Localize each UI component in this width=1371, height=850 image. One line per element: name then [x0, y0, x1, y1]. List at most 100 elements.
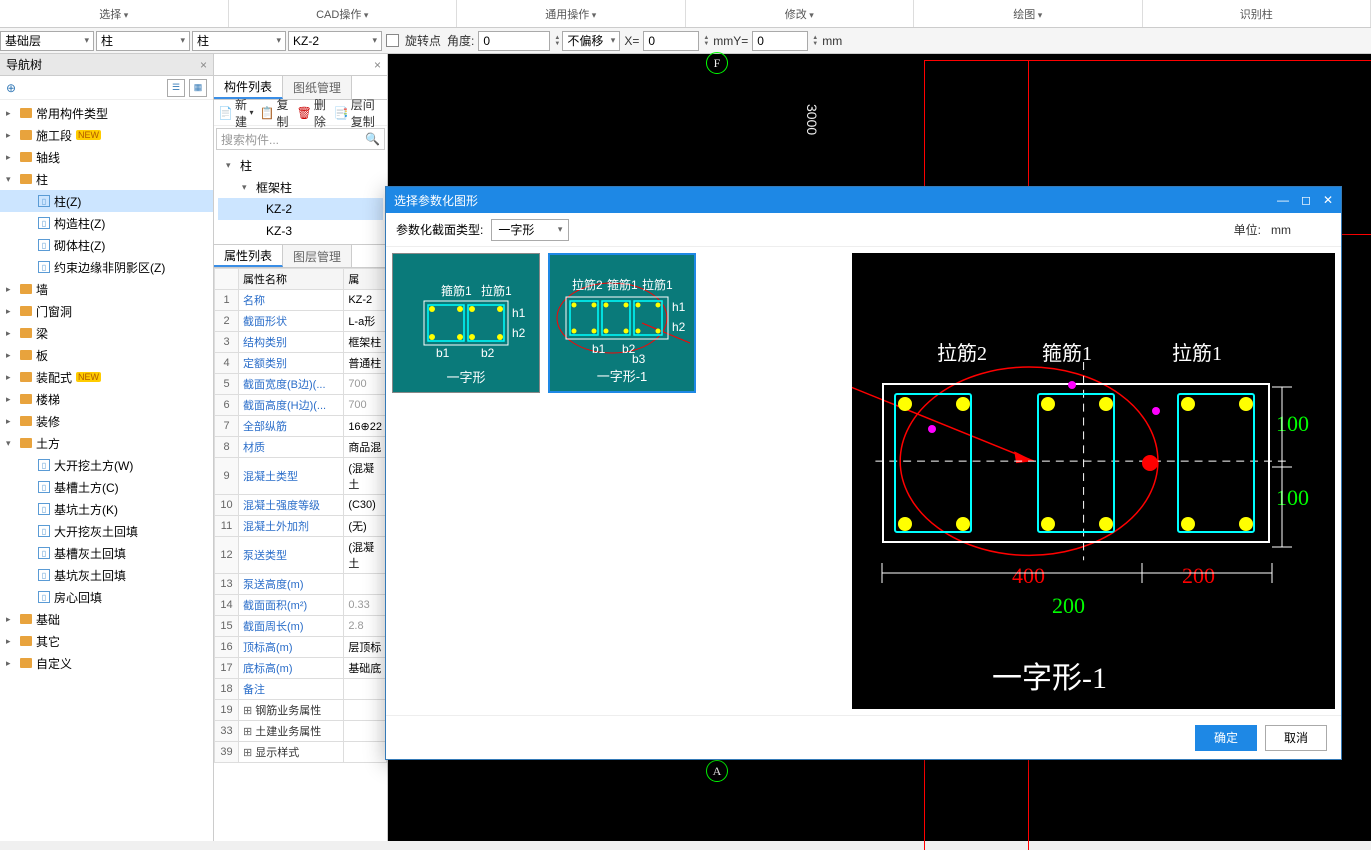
prop-row[interactable]: 17底标高(m)基础底 — [215, 658, 387, 679]
dialog-titlebar[interactable]: 选择参数化图形 — ◻ ✕ — [386, 187, 1341, 213]
prop-row[interactable]: 8材质商品混 — [215, 437, 387, 458]
dialog-body: 箍筋1 拉筋1 b1 b2 h1 h2 一字形 — [386, 247, 1341, 715]
combo-offset[interactable]: 不偏移 — [562, 31, 620, 51]
nav-item[interactable]: ▸装修 — [0, 410, 213, 432]
prop-row[interactable]: 3结构类别框架柱 — [215, 332, 387, 353]
nav-tree[interactable]: ▸常用构件类型▸施工段NEW▸轴线▾柱▯柱(Z)▯构造柱(Z)▯砌体柱(Z)▯约… — [0, 100, 213, 841]
section-preview[interactable]: 拉筋2 箍筋1 拉筋1 400 200 200 100 100 一字形-1 — [852, 253, 1335, 709]
nav-item[interactable]: ▸墙 — [0, 278, 213, 300]
nav-subitem[interactable]: ▯基坑土方(K) — [0, 498, 213, 520]
combo-component[interactable]: KZ-2 — [288, 31, 382, 51]
label-x: X= — [624, 34, 639, 48]
nav-item[interactable]: ▸板 — [0, 344, 213, 366]
spinner-x[interactable]: ▲▼ — [703, 35, 709, 47]
nav-item[interactable]: ▸梁 — [0, 322, 213, 344]
search-components[interactable]: 搜索构件...🔍 — [216, 128, 385, 150]
prop-row[interactable]: 5截面宽度(B边)(...700 — [215, 374, 387, 395]
axis-label-f: F — [706, 52, 728, 74]
nav-plus-icon[interactable]: ⊕ — [6, 81, 16, 95]
nav-subitem[interactable]: ▯基槽土方(C) — [0, 476, 213, 498]
nav-item[interactable]: ▸基础 — [0, 608, 213, 630]
nav-item[interactable]: ▾柱 — [0, 168, 213, 190]
component-tree[interactable]: ▾柱 ▾框架柱 KZ-2 KZ-3 — [214, 152, 387, 244]
btn-ok[interactable]: 确定 — [1195, 725, 1257, 751]
nav-close-icon[interactable]: × — [200, 58, 207, 72]
prop-row[interactable]: 1名称KZ-2 — [215, 290, 387, 311]
prop-row[interactable]: 6截面高度(H边)(...700 — [215, 395, 387, 416]
nav-subitem[interactable]: ▯基槽灰土回填 — [0, 542, 213, 564]
prop-row[interactable]: 4定额类别普通柱 — [215, 353, 387, 374]
nav-subitem[interactable]: ▯构造柱(Z) — [0, 212, 213, 234]
dialog-minimize-icon[interactable]: — — [1277, 193, 1289, 207]
nav-item[interactable]: ▸楼梯 — [0, 388, 213, 410]
prop-row[interactable]: 14截面面积(m²)0.33 — [215, 595, 387, 616]
tab-layer-mgmt[interactable]: 图层管理 — [283, 245, 352, 267]
btn-cancel[interactable]: 取消 — [1265, 725, 1327, 751]
nav-subitem[interactable]: ▯砌体柱(Z) — [0, 234, 213, 256]
nav-list-icon[interactable]: ☰ — [167, 79, 185, 97]
prop-row[interactable]: 19钢筋业务属性 — [215, 700, 387, 721]
comp-group[interactable]: ▾框架柱 — [218, 176, 383, 198]
prop-row[interactable]: 2截面形状L-a形 — [215, 311, 387, 332]
ribbon-modify[interactable]: 修改 — [686, 0, 915, 27]
prop-row[interactable]: 10混凝土强度等级(C30) — [215, 495, 387, 516]
btn-new[interactable]: 📄新建▾ — [218, 96, 254, 130]
nav-subitem[interactable]: ▯基坑灰土回填 — [0, 564, 213, 586]
prop-row[interactable]: 15截面周长(m)2.8 — [215, 616, 387, 637]
mid-close-icon[interactable]: × — [374, 58, 381, 72]
nav-item[interactable]: ▸常用构件类型 — [0, 102, 213, 124]
nav-item[interactable]: ▾土方 — [0, 432, 213, 454]
prop-row[interactable]: 12泵送类型(混凝土 — [215, 537, 387, 574]
nav-subitem[interactable]: ▯柱(Z) — [0, 190, 213, 212]
ribbon-draw[interactable]: 绘图 — [914, 0, 1143, 27]
dialog-close-icon[interactable]: ✕ — [1323, 193, 1333, 207]
nav-subitem[interactable]: ▯大开挖灰土回填 — [0, 520, 213, 542]
spinner-y[interactable]: ▲▼ — [812, 35, 818, 47]
prop-row[interactable]: 33土建业务属性 — [215, 721, 387, 742]
label-angle: 角度: — [447, 32, 474, 49]
nav-item[interactable]: ▸轴线 — [0, 146, 213, 168]
nav-grid-icon[interactable]: ▦ — [189, 79, 207, 97]
prop-row[interactable]: 18备注 — [215, 679, 387, 700]
nav-subitem[interactable]: ▯大开挖土方(W) — [0, 454, 213, 476]
btn-layer-copy[interactable]: 📑层间复制 — [334, 96, 383, 130]
nav-subitem[interactable]: ▯房心回填 — [0, 586, 213, 608]
prop-row[interactable]: 39显示样式 — [215, 742, 387, 763]
dialog-maximize-icon[interactable]: ◻ — [1301, 193, 1311, 207]
comp-item-kz3[interactable]: KZ-3 — [218, 220, 383, 242]
ribbon-identify[interactable]: 识别柱 — [1143, 0, 1371, 27]
input-x[interactable]: 0 — [643, 31, 699, 51]
input-angle[interactable]: 0 — [478, 31, 550, 51]
prop-row[interactable]: 16顶标高(m)层顶标 — [215, 637, 387, 658]
nav-item[interactable]: ▸自定义 — [0, 652, 213, 674]
svg-text:h2: h2 — [512, 326, 526, 340]
spinner-angle[interactable]: ▲▼ — [554, 35, 560, 47]
ribbon-cad[interactable]: CAD操作 — [229, 0, 458, 27]
thumb-yizi-1[interactable]: 拉筋2 箍筋1 拉筋1 b1 b2 b3 h1 h2 一字形-1 — [548, 253, 696, 393]
nav-item[interactable]: ▸装配式NEW — [0, 366, 213, 388]
ribbon-general[interactable]: 通用操作 — [457, 0, 686, 27]
prop-row[interactable]: 9混凝土类型(混凝土 — [215, 458, 387, 495]
combo-category2[interactable]: 柱 — [192, 31, 286, 51]
input-y[interactable]: 0 — [752, 31, 808, 51]
btn-delete[interactable]: 🗑删除 — [297, 96, 328, 130]
nav-item[interactable]: ▸其它 — [0, 630, 213, 652]
prop-row[interactable]: 7全部纵筋16⊕22 — [215, 416, 387, 437]
btn-copy[interactable]: 📋复制 — [260, 96, 291, 130]
property-table[interactable]: 属性名称属 1名称KZ-22截面形状L-a形3结构类别框架柱4定额类别普通柱5截… — [214, 268, 387, 841]
tab-properties[interactable]: 属性列表 — [214, 245, 283, 267]
ribbon-select[interactable]: 选择 — [0, 0, 229, 27]
nav-subitem[interactable]: ▯约束边缘非阴影区(Z) — [0, 256, 213, 278]
nav-item[interactable]: ▸施工段NEW — [0, 124, 213, 146]
comp-root[interactable]: ▾柱 — [218, 154, 383, 176]
combo-floor[interactable]: 基础层 — [0, 31, 94, 51]
combo-section-type[interactable]: 一字形 — [491, 219, 569, 241]
svg-text:b2: b2 — [481, 346, 495, 360]
combo-category1[interactable]: 柱 — [96, 31, 190, 51]
thumb-yizi[interactable]: 箍筋1 拉筋1 b1 b2 h1 h2 一字形 — [392, 253, 540, 393]
comp-item-kz2[interactable]: KZ-2 — [218, 198, 383, 220]
checkbox-rotate[interactable] — [386, 34, 399, 47]
nav-item[interactable]: ▸门窗洞 — [0, 300, 213, 322]
prop-row[interactable]: 11混凝土外加剂(无) — [215, 516, 387, 537]
prop-row[interactable]: 13泵送高度(m) — [215, 574, 387, 595]
